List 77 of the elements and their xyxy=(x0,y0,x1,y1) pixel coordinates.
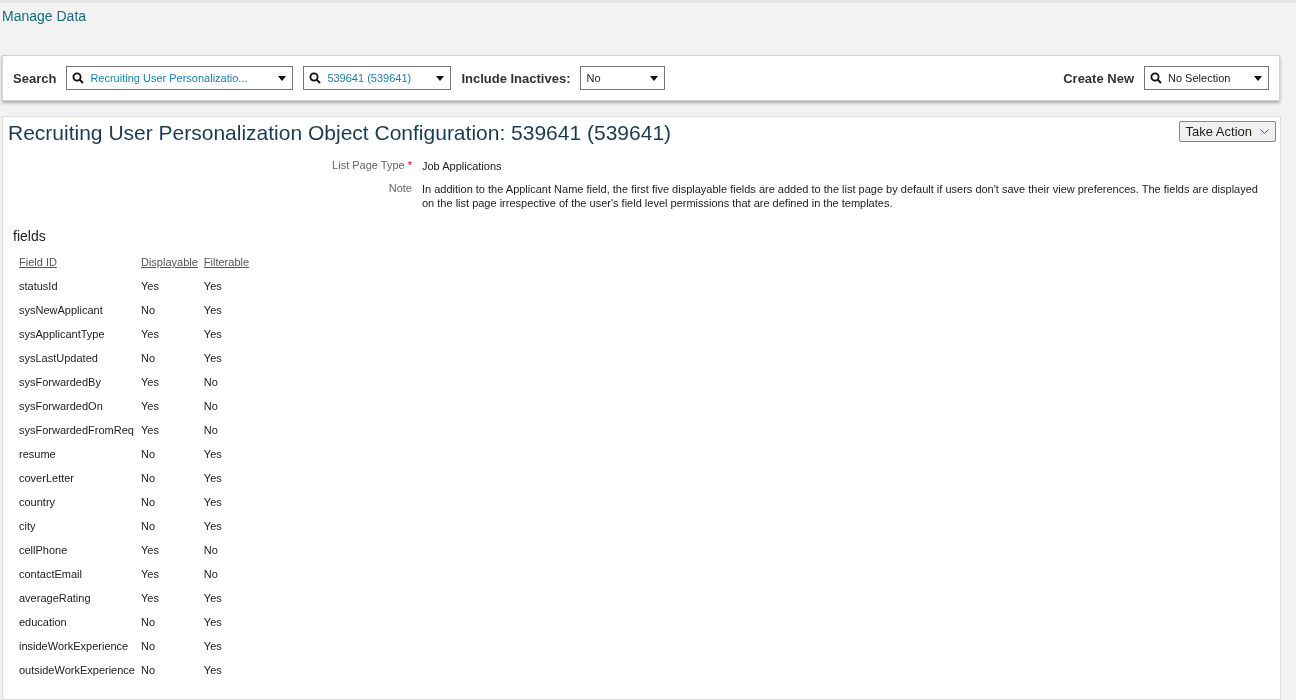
table-cell-text: sysForwardedOn xyxy=(18,399,104,414)
table-cell-text: Yes xyxy=(202,591,223,606)
take-action-button[interactable]: Take Action xyxy=(1178,121,1276,142)
table-cell-text: Yes xyxy=(139,423,160,438)
table-cell-text: sysForwardedBy xyxy=(18,375,102,390)
table-cell-text: Yes xyxy=(139,279,160,294)
create-new-label: Create New xyxy=(1063,70,1134,86)
dropdown-caret-icon xyxy=(436,75,445,81)
dropdown-caret-icon xyxy=(278,75,287,81)
table-cell-text: contactEmail xyxy=(18,567,83,582)
table-cell-text: No xyxy=(139,615,157,630)
table-cell-text: No xyxy=(202,567,219,582)
table-cell-text: No xyxy=(202,543,219,558)
table-cell-text: Yes xyxy=(202,279,223,294)
table-cell-text: Yes xyxy=(202,303,223,318)
table-cell-text: Yes xyxy=(202,495,223,510)
property-label: Note xyxy=(387,182,412,196)
table-cell-text: No xyxy=(139,351,157,366)
table-cell-text: Yes xyxy=(202,351,223,366)
table-cell-text: Yes xyxy=(202,639,223,654)
table-cell-text: No xyxy=(139,471,157,486)
dropdown-caret-icon xyxy=(1254,75,1262,81)
table-cell-text: sysLastUpdated xyxy=(18,351,99,366)
table-cell-text: averageRating xyxy=(18,591,92,606)
table-cell-text: Yes xyxy=(202,615,223,630)
table-cell-text: sysForwardedFromReq xyxy=(18,423,135,438)
column-header[interactable]: Field ID xyxy=(16,250,138,274)
record-title: Recruiting User Personalization Object Configuration: 539641 (539641) xyxy=(8,121,672,145)
table-cell-text: Yes xyxy=(202,471,223,486)
page-title: Manage Data xyxy=(2,8,87,24)
table-cell-text: No xyxy=(202,375,219,390)
property-label: List Page Type * xyxy=(331,159,412,173)
table-cell-text: Yes xyxy=(139,375,160,390)
table-cell-text: education xyxy=(18,615,68,630)
table-cell-text: No xyxy=(139,519,157,534)
table-cell-text: No xyxy=(139,447,157,462)
table-cell-text: resume xyxy=(18,447,57,462)
table-cell-text: Yes xyxy=(202,327,223,342)
table-cell-text: Yes xyxy=(139,543,160,558)
chevron-down-icon xyxy=(1260,129,1269,134)
table-cell-text: Yes xyxy=(202,663,223,678)
search-icon xyxy=(309,72,322,84)
table-cell-text: insideWorkExperience xyxy=(18,639,130,654)
search-icon xyxy=(72,72,85,84)
column-header[interactable]: Displayable xyxy=(137,250,201,274)
property-value: Job Applications xyxy=(422,159,503,173)
table-cell-text: No xyxy=(139,495,157,510)
table-cell-text: Yes xyxy=(139,591,160,606)
table-cell-text: statusId xyxy=(18,279,59,294)
table-cell-text: sysNewApplicant xyxy=(18,303,104,318)
table-cell-text: country xyxy=(18,495,57,510)
dropdown-field[interactable]: 539641 (539641) xyxy=(303,66,452,90)
table-cell-text: coverLetter xyxy=(18,471,76,486)
table-cell-text: Yes xyxy=(139,327,160,342)
table-cell-text: No xyxy=(202,399,219,414)
table-cell-text: Yes xyxy=(139,399,160,414)
table-cell-text: sysApplicantType xyxy=(18,327,106,342)
dropdown-caret-icon xyxy=(650,75,659,81)
dropdown-field[interactable]: No xyxy=(580,66,666,90)
section-title: fields xyxy=(13,228,46,244)
column-header[interactable]: Filterable xyxy=(200,250,253,274)
table-cell-text: No xyxy=(202,423,219,438)
table-cell-text: city xyxy=(18,519,37,534)
dropdown-field[interactable]: Recruiting User Personalizatio... xyxy=(66,66,294,90)
table-cell-text: No xyxy=(139,303,157,318)
include-inactives-label: Include Inactives: xyxy=(461,70,571,86)
search-label: Search xyxy=(13,70,57,86)
search-icon xyxy=(1150,72,1162,84)
dropdown-field[interactable]: No Selection xyxy=(1144,66,1269,90)
table-cell-text: No xyxy=(139,639,157,654)
property-value: In addition to the Applicant Name field, the first five displayable fields are added to the list page by default if users don't save their view preferences. The fields are displayed on the list page irrespective of the user's field level permissions that are defined in the templates. xyxy=(422,182,1259,210)
table-cell-text: outsideWorkExperience xyxy=(18,663,136,678)
table-cell-text: Yes xyxy=(202,447,223,462)
table-cell-text: No xyxy=(139,663,157,678)
table-cell-text: cellPhone xyxy=(18,543,69,558)
table-cell-text: Yes xyxy=(202,519,223,534)
table-cell-text: Yes xyxy=(139,567,160,582)
